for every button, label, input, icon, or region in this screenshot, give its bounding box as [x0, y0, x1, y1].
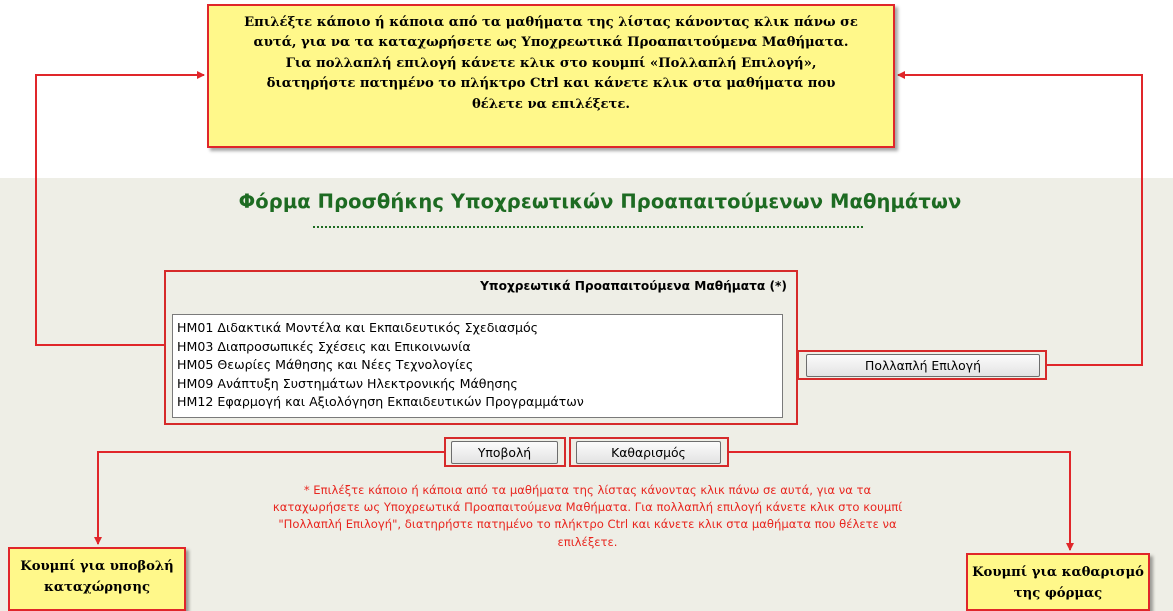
submit-button[interactable]: Υποβολή: [451, 441, 558, 464]
course-option[interactable]: HM01 Διδακτικά Μοντέλα και Εκπαιδευτικός…: [177, 319, 778, 338]
help-note: * Επιλέξτε κάποιο ή κάποια από τα μαθήμα…: [140, 482, 1035, 551]
help-line: επιλέξετε.: [557, 534, 618, 549]
course-option[interactable]: HM05 Θεωρίες Μάθησης και Νέες Τεχνολογίε…: [177, 356, 778, 375]
course-option[interactable]: HM03 Διαπροσωπικές Σχέσεις και Επικοινων…: [177, 338, 778, 357]
courses-listbox[interactable]: HM01 Διδακτικά Μοντέλα και Εκπαιδευτικός…: [172, 314, 783, 418]
title-dotted-underline: [313, 226, 863, 228]
callout-line: Για πολλαπλή επιλογή κάνετε κλικ στο κου…: [285, 55, 817, 71]
callout-line: Κουμπί για υποβολή: [20, 559, 174, 574]
help-line: * Επιλέξτε κάποιο ή κάποια από τα μαθήμα…: [303, 483, 872, 497]
multi-select-button[interactable]: Πολλαπλή Επιλογή: [806, 354, 1040, 377]
tutorial-screenshot: Φόρμα Προσθήκης Υποχρεωτικών Προαπαιτούμ…: [0, 0, 1173, 611]
courses-list-label: Υποχρεωτικά Προαπαιτούμενα Μαθήματα (*): [480, 279, 787, 293]
callout-line: Επιλέξτε κάποιο ή κάποια από τα μαθήματα…: [244, 15, 858, 30]
help-line: "Πολλαπλή Επιλογή", διατηρήστε πατημένο …: [278, 517, 897, 532]
clear-button[interactable]: Καθαρισμός: [576, 441, 721, 464]
instructions-callout: Επιλέξτε κάποιο ή κάποια από τα μαθήματα…: [207, 4, 895, 148]
callout-line: της φόρμας: [1013, 586, 1103, 601]
course-option[interactable]: HM12 Εφαρμογή και Αξιολόγηση Εκπαιδευτικ…: [177, 393, 778, 412]
callout-line: θέλετε να επιλέξετε.: [471, 96, 631, 112]
course-option[interactable]: HM09 Ανάπτυξη Συστημάτων Ηλεκτρονικής Μά…: [177, 375, 778, 394]
callout-line: καταχώρησης: [44, 580, 150, 595]
callout-line: Κουμπί για καθαρισμό: [972, 565, 1144, 580]
callout-line: διατηρήστε πατημένο το πλήκτρο Ctrl και …: [266, 76, 836, 92]
clear-callout: Κουμπί για καθαρισμό της φόρμας: [966, 553, 1150, 611]
form-title: Φόρμα Προσθήκης Υποχρεωτικών Προαπαιτούμ…: [238, 190, 962, 213]
submit-callout: Κουμπί για υποβολή καταχώρησης: [8, 547, 186, 611]
callout-line: αυτά, για να τα καταχωρήσετε ως Υποχρεωτ…: [253, 35, 849, 51]
help-line: καταχωρήσετε ως Υποχρεωτικά Προαπαιτούμε…: [272, 500, 903, 515]
